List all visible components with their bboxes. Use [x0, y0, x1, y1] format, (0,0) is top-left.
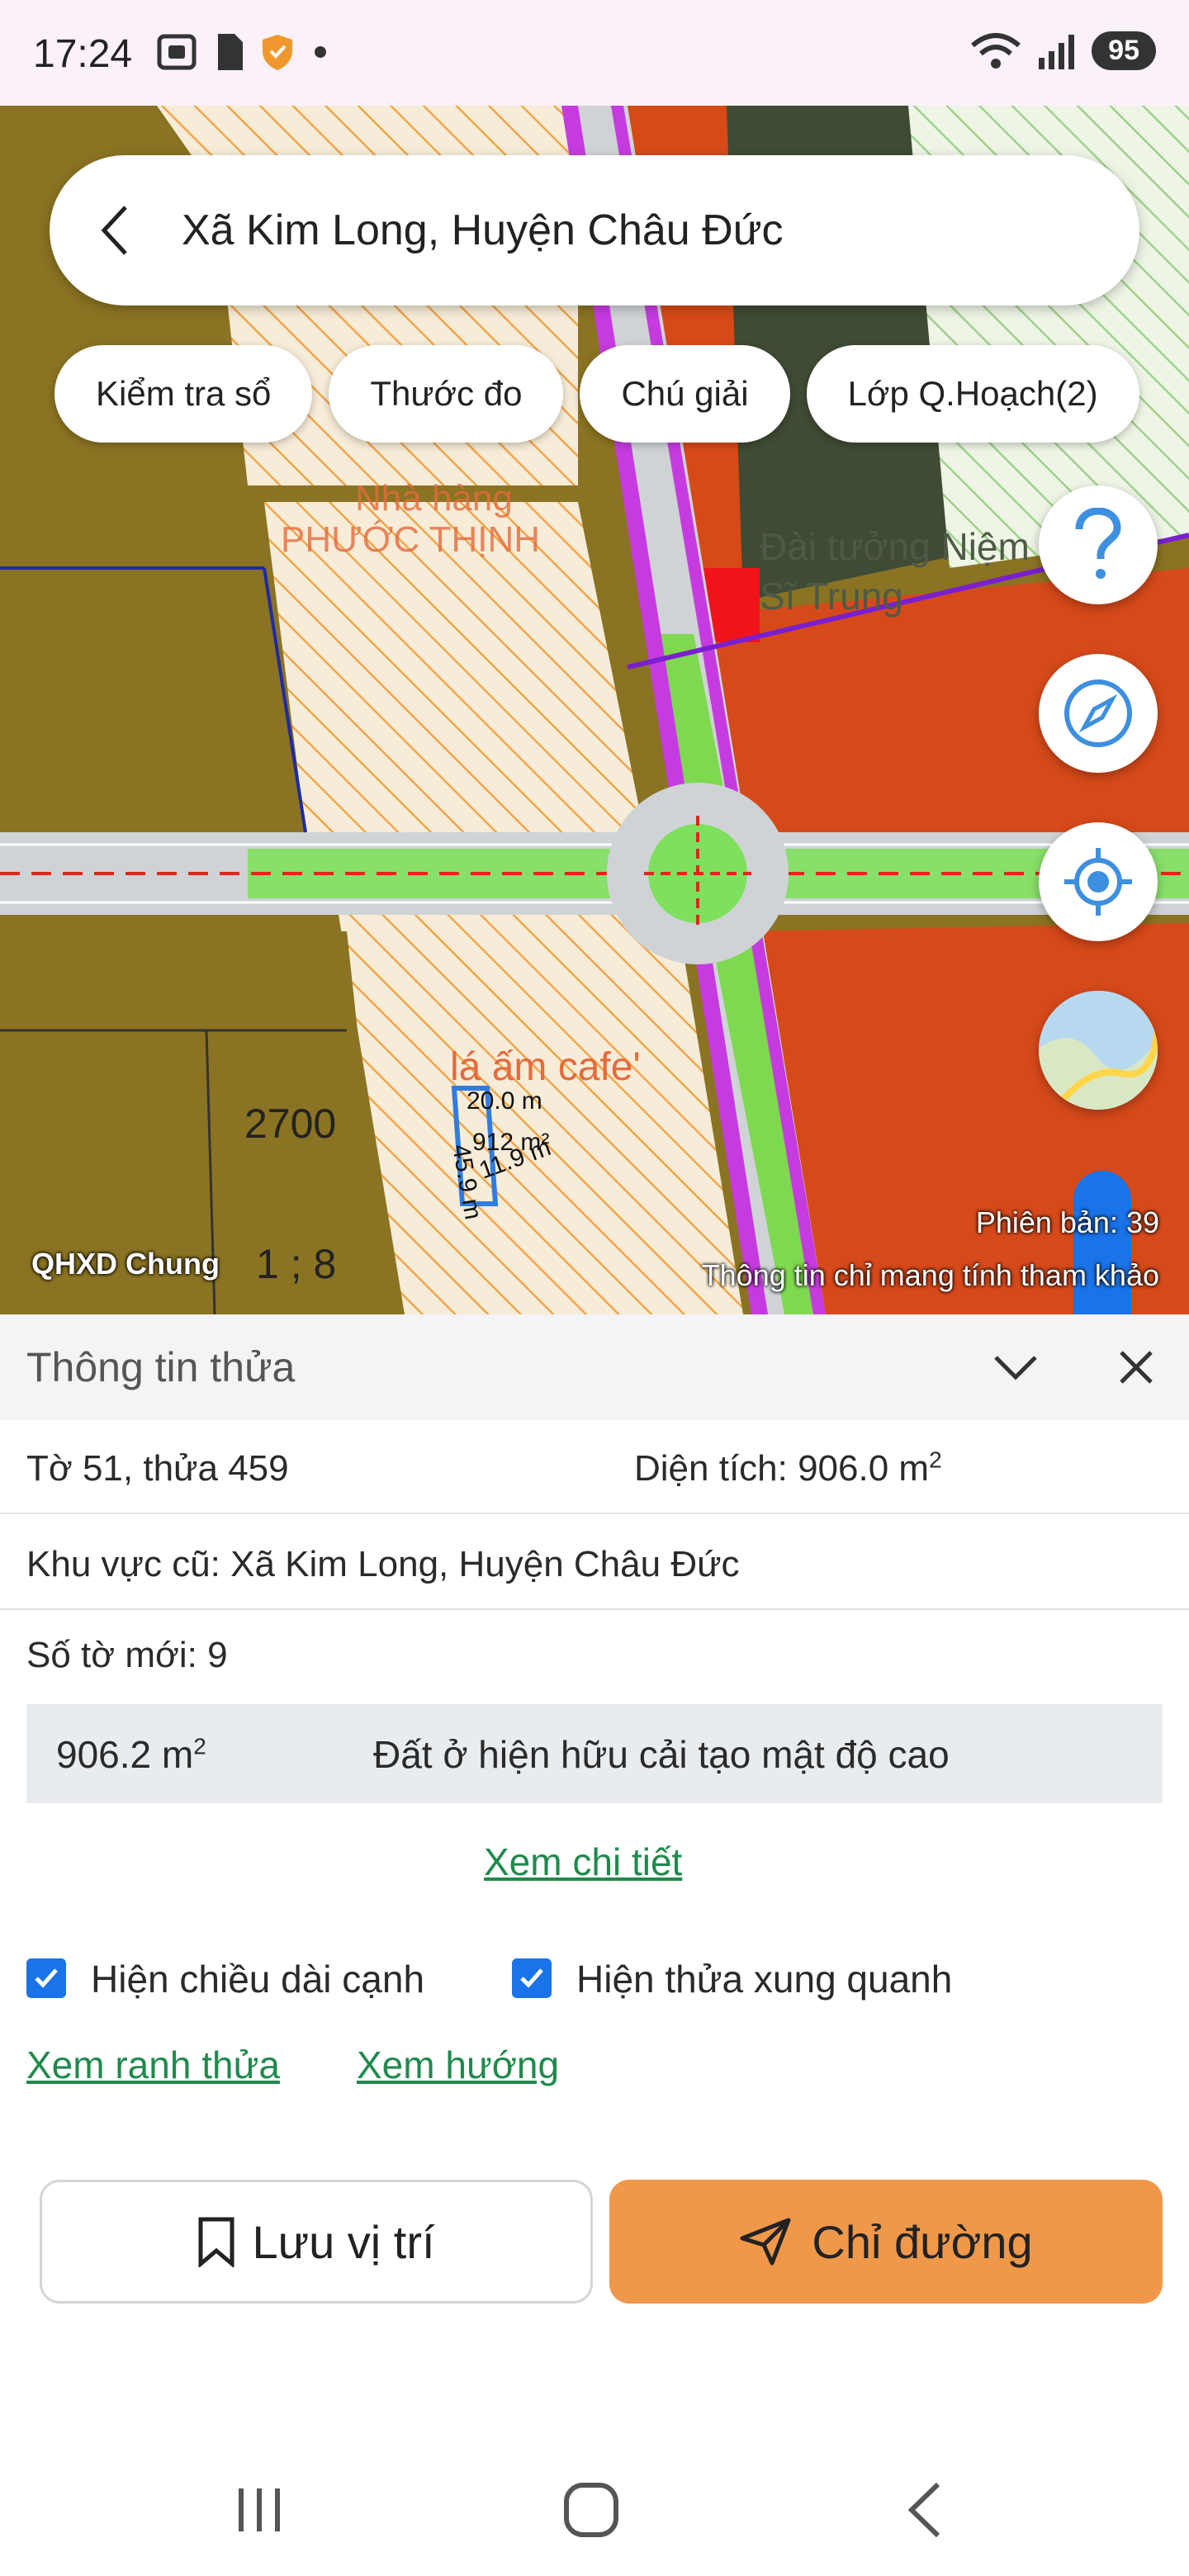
home-button[interactable] — [542, 2477, 641, 2543]
chevron-left-icon — [101, 206, 127, 255]
view-detail-link[interactable]: Xem chi tiết — [484, 1840, 682, 1884]
screenshot-icon — [157, 34, 197, 70]
status-bar: 17:24 95 — [0, 0, 1189, 106]
question-icon — [1075, 508, 1121, 579]
view-direction-link[interactable]: Xem hướng — [357, 2043, 559, 2087]
status-icons-right: 95 — [969, 31, 1156, 70]
back-nav-button[interactable] — [875, 2477, 974, 2543]
my-location-button[interactable] — [1039, 822, 1158, 941]
view-boundary-link[interactable]: Xem ranh thửa — [26, 2043, 280, 2087]
landuse-type: Đất ở hiện hữu cải tạo mật độ cao — [373, 1733, 950, 1776]
shield-icon — [263, 35, 292, 70]
svg-text:20.0 m: 20.0 m — [467, 1087, 542, 1115]
directions-label: Chỉ đường — [812, 2215, 1033, 2268]
show-edge-length-label[interactable]: Hiện chiều dài cạnh — [91, 1957, 424, 2001]
dot-icon — [315, 46, 326, 58]
new-sheet: Số tờ mới: 9 — [26, 1635, 228, 1675]
status-time: 17:24 — [33, 32, 133, 76]
area-label: Diện tích: 906.0 m — [634, 1448, 930, 1489]
parcel-row: Tờ 51, thửa 459 Diện tích: 906.0 m2 — [0, 1420, 1189, 1514]
landuse-area: 906.2 m2 — [56, 1732, 206, 1777]
collapse-button[interactable] — [983, 1334, 1049, 1400]
svg-text:Đài tưởng Niệm: Đài tưởng Niệm — [760, 525, 1030, 568]
battery-icon: 95 — [1092, 31, 1156, 70]
sim-card-icon — [218, 34, 243, 70]
status-icons-left — [157, 33, 329, 71]
chip-row: Kiểm tra sổ Thước đo Chú giải Lớp Q.Hoạc… — [54, 345, 1139, 443]
compass-icon — [1064, 680, 1132, 747]
locate-icon — [1064, 848, 1132, 916]
back-icon — [907, 2482, 940, 2538]
send-icon — [740, 2218, 791, 2266]
compass-button[interactable] — [1039, 654, 1158, 773]
signal-icon — [1039, 34, 1075, 69]
show-edge-length-checkbox[interactable] — [26, 1958, 66, 1998]
chevron-down-icon — [994, 1356, 1037, 1380]
wifi-icon — [971, 32, 1021, 69]
directions-button[interactable]: Chỉ đường — [609, 2180, 1163, 2304]
map-layer-label: QHXD Chung — [31, 1247, 220, 1281]
chip-legend[interactable]: Chú giải — [580, 345, 790, 443]
svg-text:Sĩ Trung: Sĩ Trung — [760, 575, 903, 618]
system-nav-bar — [0, 2444, 1189, 2576]
old-area: Khu vực cũ: Xã Kim Long, Huyện Châu Đức — [26, 1544, 740, 1584]
map-disclaimer: Thông tin chỉ mang tính tham khảo — [701, 1258, 1159, 1292]
back-button[interactable] — [50, 155, 182, 305]
old-area-row: Khu vực cũ: Xã Kim Long, Huyện Châu Đức — [0, 1514, 1189, 1610]
chip-check-book[interactable]: Kiểm tra sổ — [54, 345, 313, 443]
panel-title: Thông tin thửa — [26, 1344, 296, 1390]
map-version: Phiên bản: 39 — [975, 1205, 1159, 1239]
recent-apps-button[interactable] — [210, 2477, 309, 2543]
save-location-label: Lưu vị trí — [252, 2215, 435, 2268]
svg-text:2700: 2700 — [244, 1101, 336, 1147]
home-icon — [564, 2483, 618, 2537]
show-neighbor-parcels-label[interactable]: Hiện thửa xung quanh — [576, 1957, 952, 2001]
svg-text:Nhà hàng: Nhà hàng — [355, 478, 513, 519]
svg-text:lá ấm cafe': lá ấm cafe' — [450, 1045, 641, 1089]
panel-header: Thông tin thửa — [0, 1314, 1189, 1420]
bookmark-icon — [198, 2217, 234, 2267]
svg-text:1 ; 8: 1 ; 8 — [256, 1241, 336, 1287]
help-button[interactable] — [1039, 485, 1158, 604]
map-type-button[interactable] — [1039, 991, 1158, 1110]
recent-apps-icon — [239, 2488, 280, 2531]
landuse-unit-sup: 2 — [193, 1733, 206, 1759]
search-bar[interactable]: Xã Kim Long, Huyện Châu Đức — [50, 155, 1139, 305]
check-icon — [520, 1968, 543, 1988]
landuse-area-value: 906.2 m — [56, 1733, 194, 1776]
area-value: Diện tích: 906.0 m2 — [634, 1448, 942, 1489]
sheet-parcel: Tờ 51, thửa 459 — [26, 1448, 289, 1489]
map-view[interactable]: Nhà hàng PHƯỚC THỊNH Đài tưởng Niệm Sĩ T… — [0, 106, 1189, 1314]
close-button[interactable] — [1103, 1334, 1169, 1400]
landuse-row: 906.2 m2 Đất ở hiện hữu cải tạo mật độ c… — [26, 1704, 1163, 1803]
show-neighbor-parcels-checkbox[interactable] — [512, 1958, 552, 1998]
svg-text:PHƯỚC THỊNH: PHƯỚC THỊNH — [281, 519, 540, 560]
satellite-map-icon — [1039, 991, 1158, 1110]
check-icon — [35, 1968, 58, 1988]
location-title: Xã Kim Long, Huyện Châu Đức — [182, 206, 784, 254]
chip-ruler[interactable]: Thước đo — [329, 345, 564, 443]
area-unit-sup: 2 — [929, 1447, 942, 1473]
save-location-button[interactable]: Lưu vị trí — [40, 2180, 593, 2304]
close-icon — [1120, 1351, 1153, 1384]
chip-planning-layer[interactable]: Lớp Q.Hoạch(2) — [806, 345, 1139, 443]
